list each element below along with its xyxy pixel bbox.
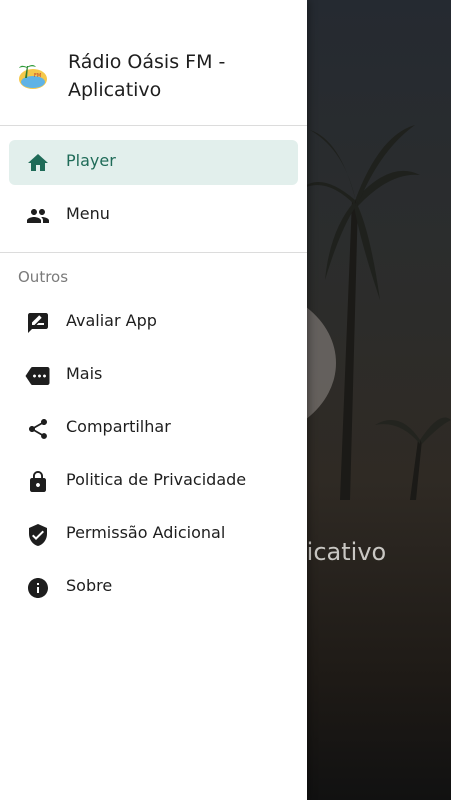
more-tag-icon <box>25 363 50 388</box>
nav-item-label: Mais <box>66 364 103 383</box>
svg-text:FM: FM <box>34 73 41 79</box>
nav-item-avaliar-app[interactable]: Avaliar App <box>9 300 298 345</box>
nav-item-player[interactable]: Player <box>9 140 298 185</box>
nav-item-compartilhar[interactable]: Compartilhar <box>9 406 298 451</box>
nav-item-sobre[interactable]: Sobre <box>9 565 298 610</box>
share-icon <box>25 416 50 441</box>
nav-item-menu[interactable]: Menu <box>9 193 298 238</box>
nav-item-permissao-adicional[interactable]: Permissão Adicional <box>9 512 298 557</box>
nav-item-label: Player <box>66 151 116 170</box>
app-title: Rádio Oásis FM - Aplicativo <box>68 51 226 101</box>
lock-icon <box>25 469 50 494</box>
other-nav: Outros Avaliar App Mais Compartilhar Pol… <box>0 268 307 610</box>
nav-item-label: Sobre <box>66 576 113 595</box>
nav-item-label: Menu <box>66 204 110 223</box>
info-icon <box>25 575 50 600</box>
nav-item-politica-privacidade[interactable]: Politica de Privacidade <box>9 459 298 504</box>
nav-item-label: Politica de Privacidade <box>66 470 247 489</box>
section-title-outros: Outros <box>18 268 69 286</box>
shield-check-icon <box>25 522 50 547</box>
rate-review-icon <box>25 310 50 335</box>
palm-tree-background <box>300 125 451 500</box>
navigation-drawer: FM Rádio Oásis FM - Aplicativo Player Me… <box>0 0 307 800</box>
radio-logo-icon: FM <box>19 65 47 89</box>
drawer-header: FM Rádio Oásis FM - Aplicativo <box>0 0 307 126</box>
nav-item-label: Compartilhar <box>66 417 171 436</box>
nav-item-label: Avaliar App <box>66 311 157 330</box>
home-icon <box>25 150 50 175</box>
nav-item-mais[interactable]: Mais <box>9 353 298 398</box>
background-title-fragment: licativo <box>300 538 387 566</box>
nav-item-label: Permissão Adicional <box>66 523 226 542</box>
main-nav: Player Menu <box>0 126 307 253</box>
people-icon <box>25 203 50 228</box>
